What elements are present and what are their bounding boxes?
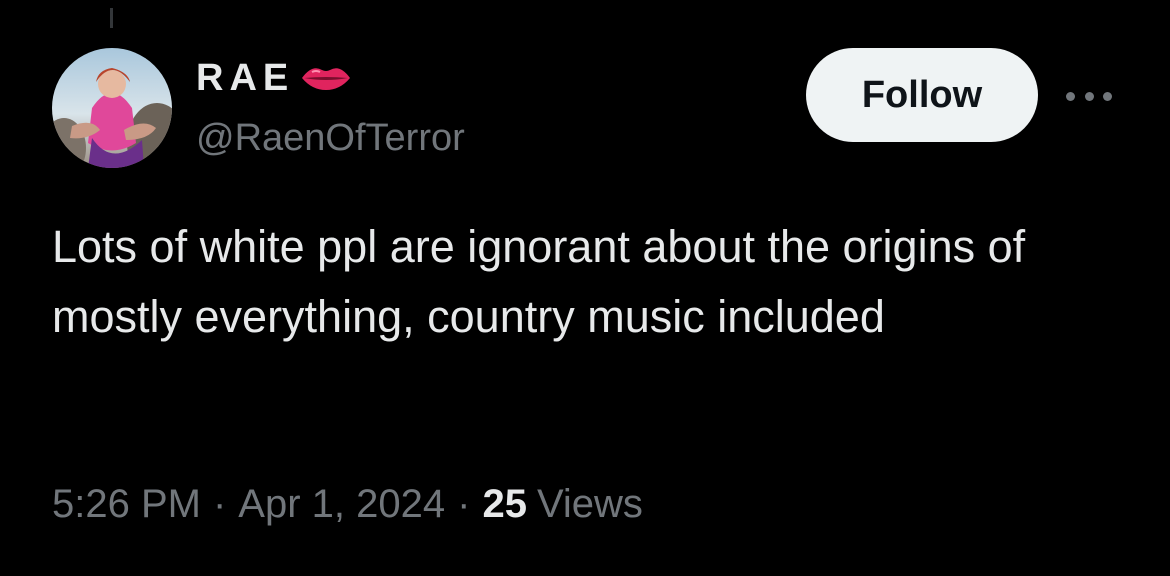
tweet-text: Lots of white ppl are ignorant about the…: [52, 221, 1026, 342]
author-handle[interactable]: @RaenOfTerror: [196, 116, 465, 160]
author-name-row[interactable]: RAE: [196, 56, 354, 100]
more-dot: [1066, 91, 1075, 101]
tweet-date[interactable]: Apr 1, 2024: [238, 476, 445, 532]
kiss-mark-icon: [298, 60, 354, 96]
views-label: Views: [536, 482, 643, 526]
more-dot: [1103, 91, 1112, 101]
avatar[interactable]: [52, 48, 172, 168]
tweet-meta: 5:26 PM · Apr 1, 2024 · 25 Views: [52, 476, 643, 532]
follow-button[interactable]: Follow: [806, 48, 1038, 142]
avatar-photo: [52, 48, 172, 168]
more-dot: [1084, 91, 1094, 101]
meta-separator: ·: [457, 482, 471, 526]
views-count[interactable]: 25: [482, 476, 527, 532]
thread-connector-line: [110, 8, 113, 28]
more-horizontal-icon[interactable]: [1066, 84, 1112, 108]
tweet-time[interactable]: 5:26 PM: [52, 476, 201, 532]
author-display-name[interactable]: RAE: [196, 56, 294, 100]
meta-separator: ·: [212, 482, 227, 526]
